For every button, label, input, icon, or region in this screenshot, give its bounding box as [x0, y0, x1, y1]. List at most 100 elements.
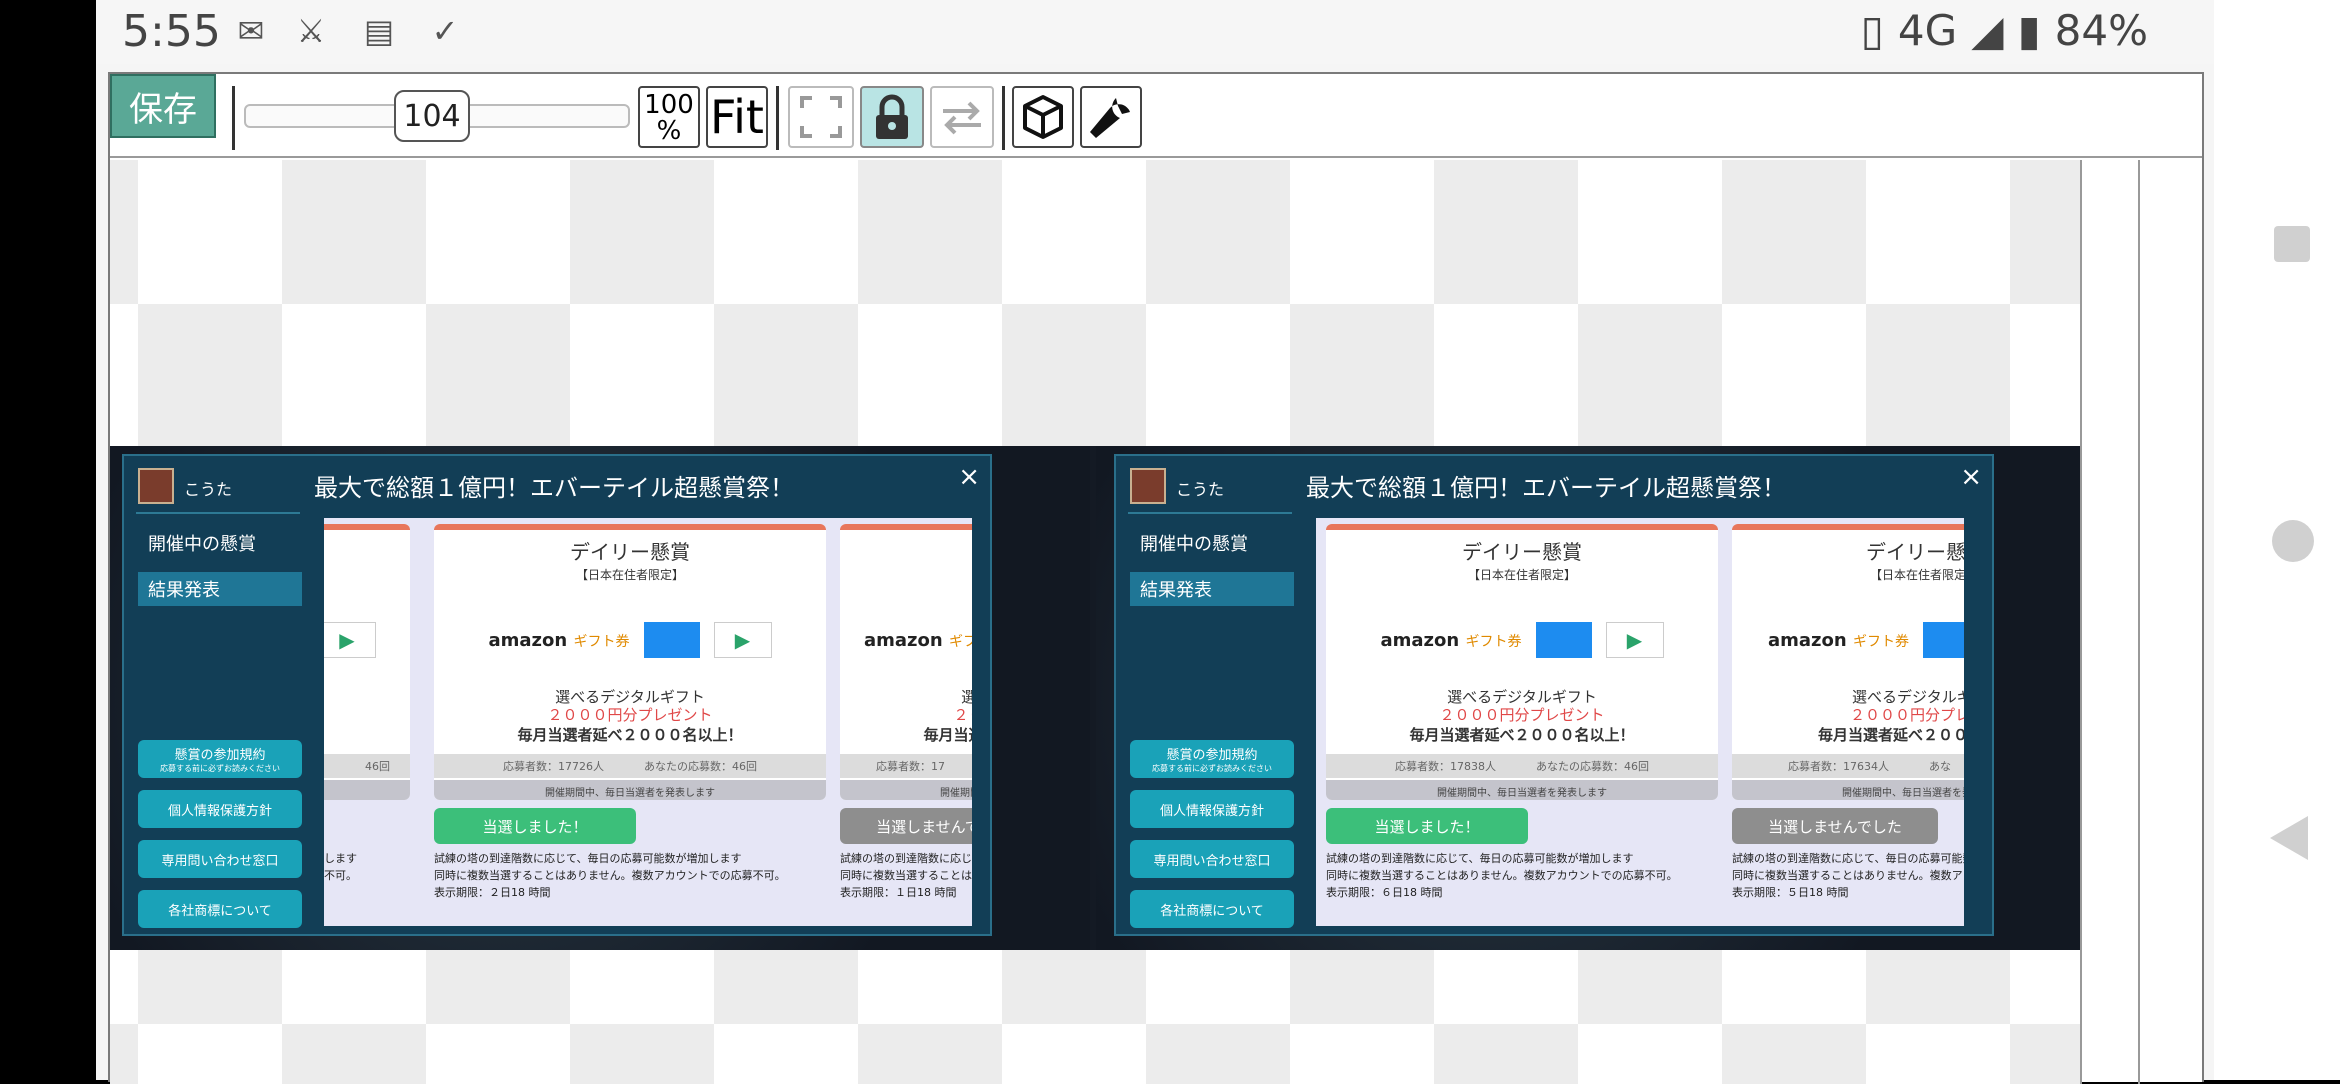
card-footer: 開催期間中、毎日当選者を発表します — [1326, 780, 1718, 800]
card-notes: 試練の塔の到達階数に応じて、毎日の応募可能数が増加します 同時に複数当選すること… — [840, 850, 972, 901]
contest-card: デイリー懸賞 【日本在住者限定】 amazon ギフト券 ▶ 選べるデジタルギフ… — [1326, 524, 1718, 800]
menu-active-contests[interactable]: 開催中の懸賞 — [148, 530, 256, 556]
note-line: 表示期限：５日18 時間 — [1732, 886, 1849, 899]
card-line: 毎月当選者延べ２０００ — [1818, 726, 1964, 744]
terms-button[interactable]: 懸賞の参加規約 応募する前に必ずお読みください — [138, 740, 302, 778]
zoom-100-button[interactable]: 100 % — [638, 86, 700, 148]
won-button[interactable]: 当選しました！ — [434, 808, 636, 844]
image-editor: 保存 104 100 % Fit こうた 最大で総額１億円！エバーテイル超懸賞祭… — [108, 72, 2204, 1084]
back-button[interactable] — [2270, 816, 2308, 860]
note-line: 同時に複数当選することはありません。複数ア — [1732, 869, 1963, 882]
status-time: 5:55 — [122, 6, 221, 57]
avatar — [138, 468, 174, 504]
menu-results[interactable]: 結果発表 — [138, 572, 302, 606]
settings-wrench-button[interactable] — [1080, 86, 1142, 148]
lock-button[interactable] — [860, 86, 924, 148]
3d-cube-button[interactable] — [1012, 86, 1074, 148]
applicant-count: 応募者数：17726人 — [503, 760, 604, 773]
username: こうた — [1176, 480, 1225, 499]
trademarks-button[interactable]: 各社商標について — [1130, 890, 1294, 928]
card-stats: 46回 — [324, 754, 410, 778]
amazon-text: amazon — [1768, 629, 1847, 651]
amazon-text: amazon — [488, 629, 568, 651]
contest-panel-left: こうた 最大で総額１億円！エバーテイル超懸賞祭！ × 開催中の懸賞 結果発表 懸… — [122, 454, 992, 936]
card-footer: 開催期間中、毎日当選者を発表します — [840, 780, 972, 800]
note-line: 試練の塔の到達階数に応じて、毎日の応募可能数が増加します — [840, 852, 972, 865]
amazon-gift-logo: amazon ギフト券 — [1381, 630, 1522, 651]
note-line: 表示期限：２日18 時間 — [434, 886, 551, 899]
google-play-logo: ▶ — [324, 622, 376, 658]
fit-button[interactable]: Fit — [706, 86, 768, 148]
signal-icon: ◢ — [1971, 6, 2004, 55]
wrench-icon — [1090, 98, 1130, 138]
card-prize: ２０００円分プレゼント — [953, 706, 972, 724]
panel-title: 最大で総額１億円！エバーテイル超懸賞祭！ — [1306, 474, 1786, 502]
fullscreen-button[interactable] — [788, 86, 854, 148]
image-canvas[interactable]: こうた 最大で総額１億円！エバーテイル超懸賞祭！ × 開催中の懸賞 結果発表 懸… — [110, 160, 2080, 1084]
note-line: 試練の塔の到達階数に応じて、毎日の応募可能数が増加します — [434, 852, 742, 865]
your-entries: あな — [1929, 760, 1951, 773]
not-won-button[interactable]: 当選しませんでした — [1732, 808, 1938, 844]
gift-logos: ▶ — [324, 620, 410, 660]
recents-button[interactable] — [2274, 226, 2310, 262]
card-notes: 試練の塔の到達階数に応じて、毎日の応募可能数が増加します 同時に複数当選すること… — [1326, 850, 1726, 901]
card-subtitle: 【日本在住者限定】 — [575, 568, 684, 582]
note-line: 同時に複数当選することはありません。複数アカウントでの応募不可。 — [1326, 869, 1678, 882]
news-icon: ▤ — [363, 12, 395, 50]
card-prize: ２０００円分プレゼント — [1850, 706, 1964, 724]
card-line: 毎月当選者延べ２０００名以上！ — [923, 726, 972, 744]
applicant-count: 応募者数：17 — [876, 760, 945, 773]
gift-logos: amazon ギフト券 — [840, 620, 972, 660]
card-notes: 試練の塔の到達階数に応じて、毎日の応募可能数が増加します 同時に複数当選すること… — [434, 850, 834, 901]
your-entries: あなたの応募数：46回 — [644, 760, 757, 773]
card-title: デイリー懸賞 — [570, 540, 690, 564]
zoom-slider-thumb[interactable]: 104 — [394, 90, 470, 142]
menu-active-contests[interactable]: 開催中の懸賞 — [1140, 530, 1248, 556]
menu-results[interactable]: 結果発表 — [1130, 572, 1294, 606]
toolbar: 保存 104 100 % Fit — [110, 74, 2202, 158]
trademarks-button[interactable]: 各社商標について — [138, 890, 302, 928]
card-line: 毎月当選者延べ２０００名以上！ — [1409, 726, 1635, 744]
app-window: 5:55 ✉ ⚔ ▤ ✓ ▯ 4G ◢ ▮ 84% 保存 104 100 % F… — [96, 0, 2214, 1084]
google-play-logo: ▶ — [1605, 622, 1664, 658]
note-line: 同時に複数当選することはありません。複数アカウントでの応募不可。 — [840, 869, 972, 882]
divider — [1128, 512, 1292, 514]
amazon-gift-logo: amazon ギフト券 — [864, 630, 972, 651]
contest-card: デイリー懸賞 【日本在住者限定】 amazon ギフト券 選べるデジタルギフト … — [1732, 524, 1964, 800]
contest-panel-right: こうた 最大で総額１億円！エバーテイル超懸賞祭！ × 開催中の懸賞 結果発表 懸… — [1114, 454, 1994, 936]
privacy-button[interactable]: 個人情報保護方針 — [138, 790, 302, 828]
close-icon[interactable]: × — [958, 462, 980, 492]
scrollbar-track[interactable] — [2138, 160, 2140, 1084]
canvas-edge — [2080, 160, 2082, 1084]
won-button[interactable]: 当選しました！ — [1326, 808, 1528, 844]
fullscreen-icon — [800, 96, 842, 138]
amazon-gift-logo: amazon ギフト券 — [489, 630, 630, 651]
amazon-text: amazon — [1380, 629, 1460, 651]
screenshot-image[interactable]: こうた 最大で総額１億円！エバーテイル超懸賞祭！ × 開催中の懸賞 結果発表 懸… — [110, 446, 2080, 950]
card-stats: 応募者数：17 — [840, 754, 972, 778]
apple-logo — [643, 622, 700, 658]
close-icon[interactable]: × — [1960, 462, 1982, 492]
gift-logos: amazon ギフト券 ▶ — [1326, 620, 1718, 660]
note-line: 表示期限：１日18 時間 — [840, 886, 957, 899]
swap-button[interactable] — [930, 86, 994, 148]
privacy-button[interactable]: 個人情報保護方針 — [1130, 790, 1294, 828]
apple-logo — [1923, 622, 1964, 658]
status-right: ▯ 4G ◢ ▮ 84% — [1861, 6, 2148, 55]
save-button[interactable]: 保存 — [110, 74, 216, 138]
card-notes: 試練の塔の到達階数に応じて、毎日の応募可能数が増加します 同時に複数当選すること… — [1732, 850, 1964, 901]
card-footer: 開催期間中、毎日当選者を発表します — [434, 780, 826, 800]
vibrate-icon: ▯ — [1860, 6, 1884, 55]
home-button[interactable] — [2272, 520, 2314, 562]
applicant-count: 応募者数：17838人 — [1395, 760, 1496, 773]
gift-card-text: ギフト券 — [1853, 633, 1909, 650]
terms-button[interactable]: 懸賞の参加規約 応募する前に必ずお読みください — [1130, 740, 1294, 778]
contact-button[interactable]: 専用問い合わせ窓口 — [138, 840, 302, 878]
contest-list: デイリー懸賞 【日本在住者限定】 amazon ギフト券 ▶ 選べるデジタルギフ… — [1316, 518, 1964, 926]
contest-list: ▶ 46回 します 不可。 デイリー懸賞 【日本在住者限定】 amazon ギフ… — [324, 518, 972, 926]
not-won-button[interactable]: 当選しませんでした — [840, 808, 972, 844]
terms-sublabel: 応募する前に必ずお読みください — [1152, 764, 1272, 773]
mail-notification-icon: ✉ — [237, 12, 265, 50]
gift-logos: amazon ギフト券 ▶ — [434, 620, 826, 660]
contact-button[interactable]: 専用問い合わせ窓口 — [1130, 840, 1294, 878]
